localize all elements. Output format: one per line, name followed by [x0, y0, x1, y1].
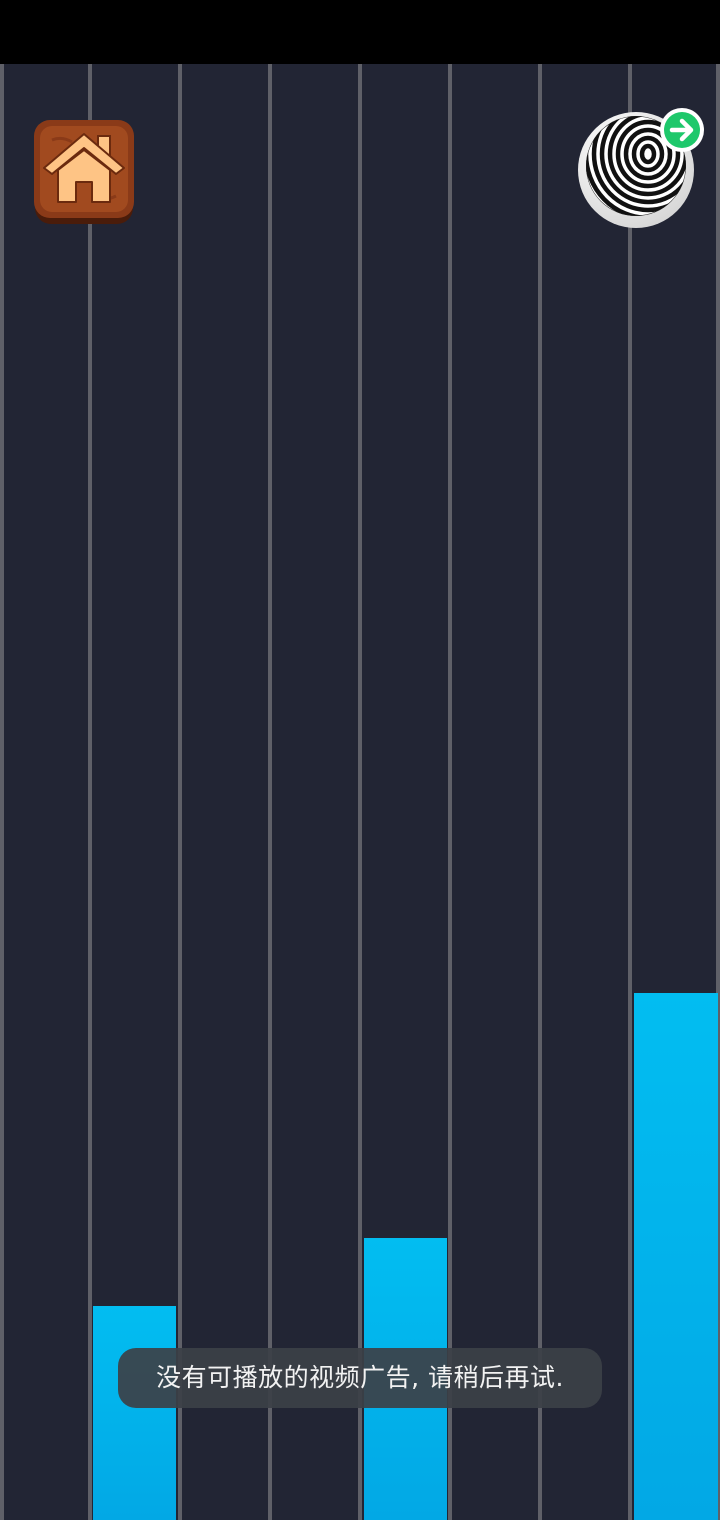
lane-divider — [628, 64, 632, 1520]
lane-divider — [178, 64, 182, 1520]
game-board[interactable] — [0, 64, 720, 1520]
next-ball-button[interactable] — [578, 106, 708, 230]
lane-bar — [634, 993, 718, 1520]
lane-divider — [448, 64, 452, 1520]
arrow-right-icon — [660, 108, 704, 152]
home-icon — [34, 120, 134, 224]
lane-divider — [268, 64, 272, 1520]
lane-bar — [93, 1306, 176, 1520]
toast-message: 没有可播放的视频广告, 请稍后再试. — [118, 1348, 602, 1408]
striped-ball-icon — [578, 108, 704, 228]
lane-divider — [538, 64, 542, 1520]
lane-divider — [0, 64, 4, 1520]
lane-divider — [358, 64, 362, 1520]
home-button[interactable] — [32, 118, 136, 226]
lane-divider — [88, 64, 92, 1520]
status-bar — [0, 0, 720, 64]
